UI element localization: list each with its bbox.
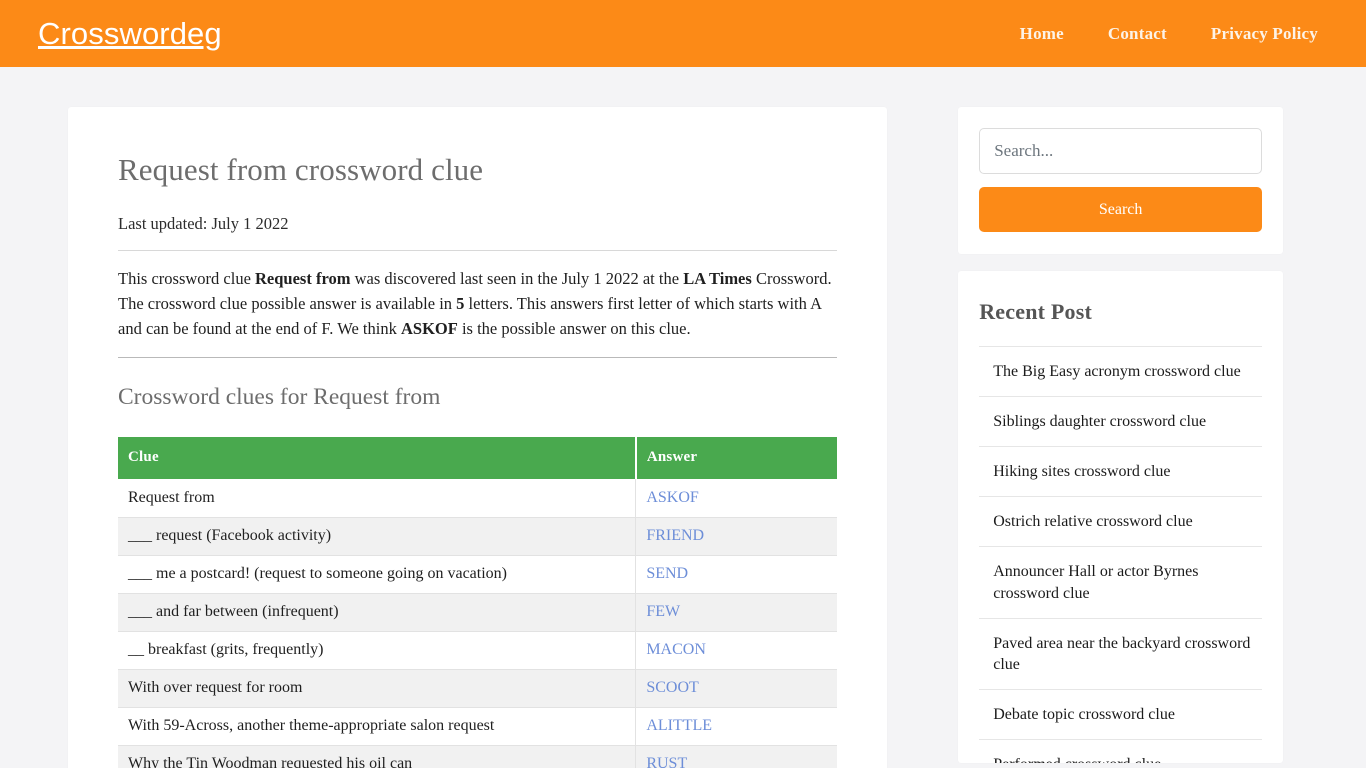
nav-link-privacy-policy[interactable]: Privacy Policy xyxy=(1211,24,1318,44)
clue-cell: With 59-Across, another theme-appropriat… xyxy=(118,707,637,746)
list-item: Announcer Hall or actor Byrnes crossword… xyxy=(979,546,1262,617)
list-item: Siblings daughter crossword clue xyxy=(979,396,1262,446)
list-item: Performed crossword clue xyxy=(979,738,1262,763)
answer-cell: SEND xyxy=(635,555,838,594)
list-item: The Big Easy acronym crossword clue xyxy=(979,346,1262,396)
recent-post-link[interactable]: Ostrich relative crossword clue xyxy=(993,511,1262,532)
list-item: Debate topic crossword clue xyxy=(979,688,1262,739)
clue-cell: ___ me a postcard! (request to someone g… xyxy=(118,555,637,594)
page-body: Request from crossword clue Last updated… xyxy=(0,67,1366,768)
search-button[interactable]: Search xyxy=(979,187,1262,232)
clue-cell: ___ and far between (infrequent) xyxy=(118,593,637,632)
table-header-row: Clue Answer xyxy=(118,437,838,480)
recent-post-link[interactable]: Announcer Hall or actor Byrnes crossword… xyxy=(993,561,1262,603)
article-intro-paragraph: This crossword clue Request from was dis… xyxy=(118,251,838,359)
answer-cell: FRIEND xyxy=(635,517,838,556)
answer-cell: FEW xyxy=(635,593,838,632)
intro-text-5: is the possible answer on this clue. xyxy=(457,319,691,339)
clue-cell: Why the Tin Woodman requested his oil ca… xyxy=(118,745,637,768)
table-row: ___ me a postcard! (request to someone g… xyxy=(118,555,838,594)
recent-post-link[interactable]: The Big Easy acronym crossword clue xyxy=(993,361,1262,382)
recent-post-list: The Big Easy acronym crossword clue Sibl… xyxy=(979,346,1262,763)
recent-post-link[interactable]: Hiking sites crossword clue xyxy=(993,461,1262,482)
answer-link[interactable]: FRIEND xyxy=(646,527,704,544)
answer-link[interactable]: ALITTLE xyxy=(646,717,712,734)
intro-text-1: This crossword clue xyxy=(118,268,256,288)
column-header-answer: Answer xyxy=(635,437,838,480)
main-content-card: Request from crossword clue Last updated… xyxy=(68,107,888,768)
section-title: Crossword clues for Request from xyxy=(118,384,441,411)
answer-cell: ALITTLE xyxy=(635,707,838,746)
table-row: Request from ASKOF xyxy=(118,479,838,518)
answer-link[interactable]: RUST xyxy=(646,755,687,768)
intro-bold-publication: LA Times xyxy=(683,268,752,288)
table-row: ___ and far between (infrequent) FEW xyxy=(118,593,838,632)
main-navigation: Home Contact Privacy Policy xyxy=(1020,24,1342,44)
answer-link[interactable]: FEW xyxy=(646,603,680,620)
intro-bold-answer: ASKOF xyxy=(400,319,458,339)
recent-post-link[interactable]: Siblings daughter crossword clue xyxy=(993,411,1262,432)
list-item: Ostrich relative crossword clue xyxy=(979,496,1262,546)
table-row: With 59-Across, another theme-appropriat… xyxy=(118,707,838,746)
search-widget: Search xyxy=(958,107,1283,254)
table-row: With over request for room SCOOT xyxy=(118,669,838,708)
clue-cell: __ breakfast (grits, frequently) xyxy=(118,631,637,670)
answer-link[interactable]: ASKOF xyxy=(646,489,698,506)
list-item: Hiking sites crossword clue xyxy=(979,446,1262,496)
site-logo[interactable]: Crosswordeg xyxy=(38,18,222,49)
intro-bold-clue: Request from xyxy=(255,268,351,288)
site-header: Crosswordeg Home Contact Privacy Policy xyxy=(0,0,1366,67)
nav-link-home[interactable]: Home xyxy=(1020,24,1064,44)
list-item: Paved area near the backyard crossword c… xyxy=(979,617,1262,689)
clue-cell: ___ request (Facebook activity) xyxy=(118,517,637,556)
last-updated-text: Last updated: July 1 2022 xyxy=(118,214,838,251)
answer-cell: RUST xyxy=(635,745,838,768)
page-title: Request from crossword clue xyxy=(118,152,484,187)
answer-cell: ASKOF xyxy=(635,479,838,518)
sidebar: Search Recent Post The Big Easy acronym … xyxy=(958,107,1283,763)
clue-cell: With over request for room xyxy=(118,669,637,708)
intro-text-2: was discovered last seen in the July 1 2… xyxy=(350,268,684,288)
table-row: ___ request (Facebook activity) FRIEND xyxy=(118,517,838,556)
nav-link-contact[interactable]: Contact xyxy=(1108,24,1167,44)
table-body: Request from ASKOF ___ request (Facebook… xyxy=(118,479,838,768)
crossword-clues-table: Clue Answer Request from ASKOF ___ reque… xyxy=(118,437,838,768)
table-row: __ breakfast (grits, frequently) MACON xyxy=(118,631,838,670)
search-input[interactable] xyxy=(979,128,1262,174)
table-row: Why the Tin Woodman requested his oil ca… xyxy=(118,745,838,768)
answer-link[interactable]: MACON xyxy=(646,641,706,658)
answer-cell: SCOOT xyxy=(635,669,838,708)
recent-post-link[interactable]: Performed crossword clue xyxy=(993,754,1262,763)
answer-link[interactable]: SEND xyxy=(646,565,688,582)
column-header-clue: Clue xyxy=(118,437,637,480)
answer-cell: MACON xyxy=(635,631,838,670)
clue-cell: Request from xyxy=(118,479,637,518)
recent-post-link[interactable]: Debate topic crossword clue xyxy=(993,704,1262,725)
recent-post-title: Recent Post xyxy=(979,299,1092,324)
recent-post-link[interactable]: Paved area near the backyard crossword c… xyxy=(993,633,1262,675)
answer-link[interactable]: SCOOT xyxy=(646,679,698,696)
recent-post-widget: Recent Post The Big Easy acronym crosswo… xyxy=(958,271,1283,763)
